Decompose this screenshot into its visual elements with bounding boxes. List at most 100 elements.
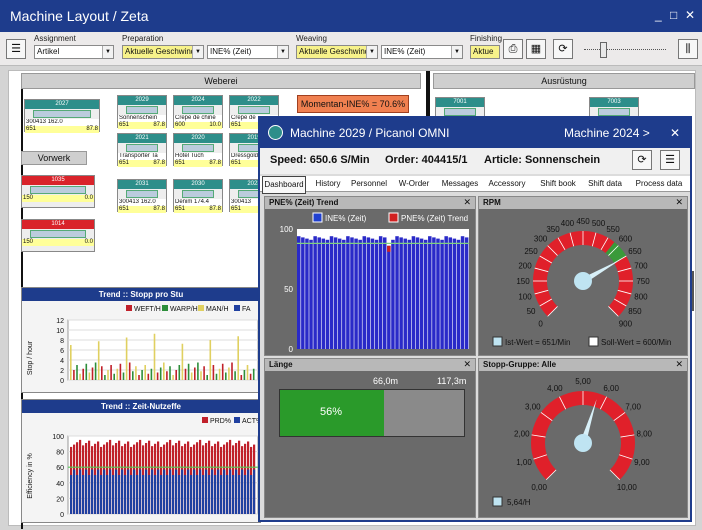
bar	[112, 475, 115, 514]
legend-swatch	[312, 212, 323, 223]
trend-stopp-title: Trend :: Stopp pro Stu	[22, 288, 260, 301]
legend-label: WARP/H	[170, 306, 198, 313]
y-tick-label: 80	[56, 450, 64, 457]
bar	[124, 475, 127, 514]
tab-process-data[interactable]: Process data	[630, 176, 688, 192]
machine-card[interactable]: 2027 300413 162.0 651 87.8	[24, 99, 100, 133]
gauge-tick-label: 150	[516, 277, 530, 286]
bar	[103, 469, 106, 514]
bar	[197, 362, 199, 380]
panel-close-icon[interactable]: ✕	[675, 359, 683, 370]
machine-article: Transporter Ta	[118, 153, 166, 160]
chevron-down-icon: ▼	[451, 46, 462, 58]
bar	[228, 367, 230, 380]
bar	[346, 236, 350, 349]
bar	[225, 372, 227, 380]
menu-icon[interactable]: ☰	[6, 39, 26, 59]
assignment-select[interactable]: Artikel ▼	[34, 45, 114, 59]
zoom-slider-thumb[interactable]	[600, 42, 607, 58]
tab-messages[interactable]: Messages	[440, 176, 480, 192]
machine-card[interactable]: 2029 Sonnenschein 651 87.8	[117, 95, 167, 129]
bar	[135, 366, 137, 380]
dialog-close-button[interactable]: ✕	[670, 126, 680, 140]
machine-card[interactable]: 1014 150 0.0	[21, 219, 95, 252]
next-machine-link[interactable]: Machine 2024 >	[564, 126, 650, 140]
panel-close-icon[interactable]: ✕	[463, 359, 471, 370]
tab-shift-book[interactable]: Shift book	[536, 176, 580, 192]
zoom-slider-track[interactable]	[584, 49, 666, 50]
bar	[73, 370, 75, 380]
panel-close-icon[interactable]: ✕	[463, 197, 471, 208]
section-ausruestung: Ausrüstung	[433, 73, 695, 89]
bar	[97, 341, 100, 380]
bar	[166, 371, 168, 380]
menu-icon[interactable]: ☰	[660, 150, 680, 170]
bar	[250, 475, 253, 514]
refresh-icon[interactable]: ⟳	[553, 39, 573, 59]
loom-icon	[182, 144, 214, 152]
bar	[73, 469, 76, 514]
machine-speed: 651	[175, 206, 186, 212]
close-button[interactable]: ✕	[685, 8, 695, 22]
machine-card[interactable]: 2030 Denim 174.4 651 87.8	[173, 179, 223, 213]
bar	[190, 372, 193, 380]
machine-card[interactable]: 2021 Transporter Ta 651 87.8	[117, 133, 167, 167]
bar	[403, 238, 407, 349]
gauge-tick-label: 2,00	[514, 429, 530, 438]
grid-icon[interactable]: ▦	[526, 39, 546, 59]
tab-history[interactable]: History	[312, 176, 344, 192]
loom-icon	[126, 190, 158, 198]
bar	[212, 365, 215, 380]
tab-personnel[interactable]: Personnel	[348, 176, 390, 192]
y-tick-label: 8	[60, 338, 64, 345]
gauge-tick-label: 900	[619, 319, 633, 328]
preparation-kpi-select[interactable]: INE% (Zeit) ▼	[207, 45, 289, 59]
panel-close-icon[interactable]: ✕	[675, 197, 683, 208]
loom-icon	[238, 106, 270, 114]
bar	[444, 236, 448, 349]
tab-shift-data[interactable]: Shift data	[584, 176, 626, 192]
bar	[337, 238, 342, 349]
gauge-hub	[574, 434, 592, 452]
y-tick-label: 40	[56, 481, 64, 488]
tab-accessory[interactable]: Accessory	[484, 176, 530, 192]
bar	[190, 475, 193, 514]
bar	[370, 238, 375, 349]
weaving-select[interactable]: Aktuelle Geschwindi ▼	[296, 45, 378, 59]
machine-card[interactable]: 2020 Hotel Tuch 651 87.8	[173, 133, 223, 167]
machine-detail-dialog: Machine 2029 / Picanol OMNI Machine 2024…	[258, 116, 692, 522]
loom-icon	[30, 186, 86, 194]
machine-efficiency: 87.8	[209, 206, 221, 212]
print-icon[interactable]: ⎙	[503, 39, 523, 59]
bar	[106, 475, 109, 514]
status-indicator-icon	[268, 125, 283, 140]
gauge-tick-label: 10,00	[617, 483, 638, 492]
bar	[97, 469, 100, 514]
refresh-icon[interactable]: ⟳	[632, 150, 652, 170]
tab-dashboard[interactable]: Dashboard	[262, 176, 306, 194]
bar	[362, 236, 367, 349]
preparation-select[interactable]: Aktuelle Geschwindi ▼	[122, 45, 204, 59]
tab-w-order[interactable]: W-Order	[394, 176, 434, 192]
minimize-button[interactable]: _	[655, 8, 662, 22]
machine-card[interactable]: 2031 300413 162.0 651 87.8	[117, 179, 167, 213]
finishing-select[interactable]: Aktue	[470, 45, 500, 59]
bar	[142, 475, 145, 514]
value-legend-label: 5,64/H	[507, 498, 531, 507]
machine-card[interactable]: 2024 Crepe de chine 600 10.0	[173, 95, 223, 129]
gauge-tick-label: 450	[576, 217, 590, 226]
weaving-kpi-select[interactable]: INE% (Zeit) ▼	[381, 45, 463, 59]
bar	[342, 239, 346, 349]
trend-efficiency-panel: Trend :: Zeit-Nutzeffe PRD%ACT%100806040…	[21, 399, 261, 523]
bar	[423, 239, 428, 349]
bar	[175, 370, 177, 380]
loom-icon	[126, 144, 158, 152]
bar	[172, 475, 175, 514]
machine-card[interactable]: 1035 150 0.0	[21, 175, 95, 208]
settings-icon[interactable]: ⫼	[678, 39, 698, 59]
maximize-button[interactable]: □	[670, 8, 677, 22]
gauge-tick-label: 8,00	[636, 429, 652, 438]
bar	[128, 362, 131, 380]
bar	[104, 375, 106, 380]
y-axis-label: Stop / hour	[27, 340, 34, 375]
